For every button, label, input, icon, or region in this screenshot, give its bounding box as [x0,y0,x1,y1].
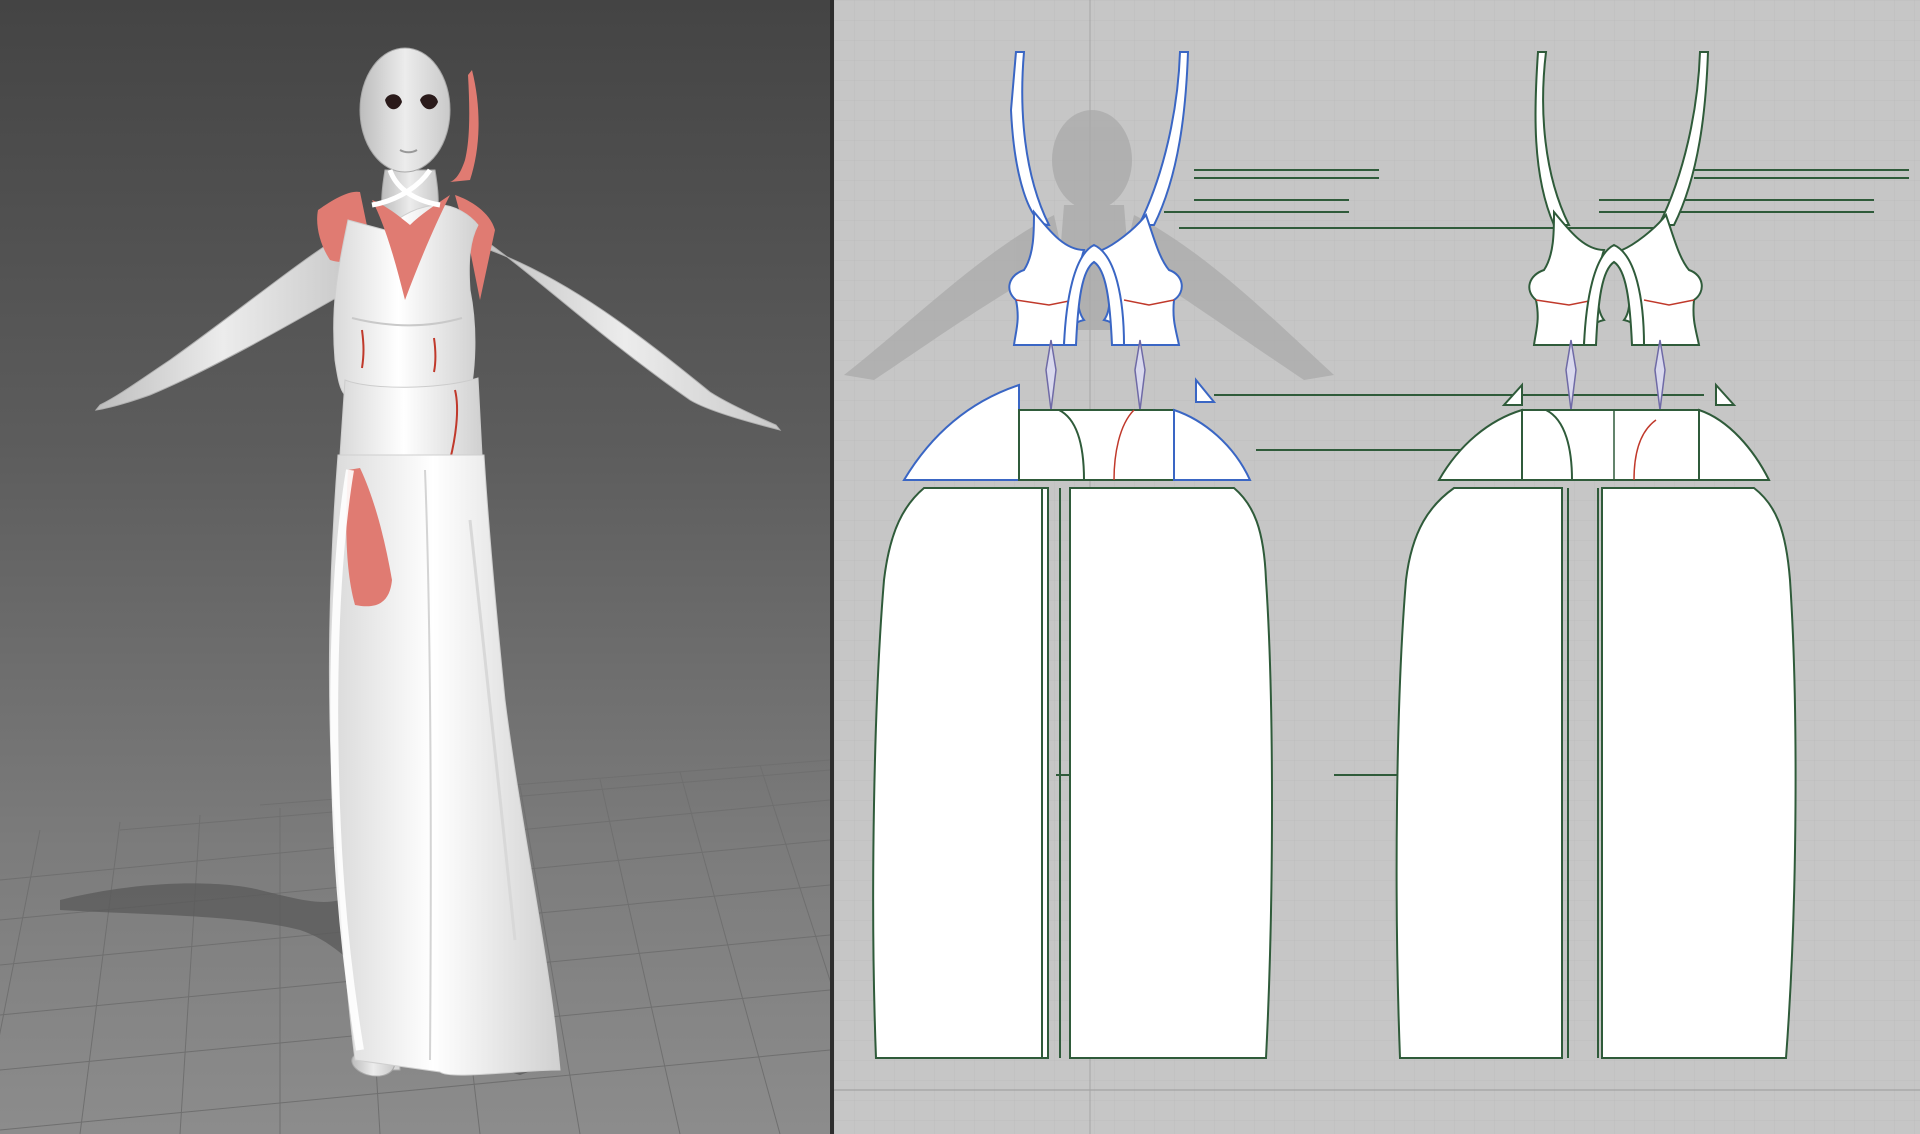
pattern-waistband-back[interactable] [1521,409,1700,481]
avatar-head [359,47,479,182]
garment-design-app [0,0,1920,1134]
pattern-canvas[interactable] [834,0,1920,1134]
viewport-3d[interactable] [0,0,830,1134]
pattern-skirt-left[interactable] [872,487,1043,1059]
pattern-waistband[interactable] [1018,409,1175,481]
scene-3d[interactable] [0,0,830,1134]
pattern-skirt-back-left[interactable] [1395,487,1563,1059]
pattern-skirt-back-right[interactable] [1601,487,1797,1059]
garment-3d[interactable] [317,168,561,1076]
pattern-skirt-right[interactable] [1069,487,1273,1059]
pattern-slit-strip[interactable] [1041,487,1049,1059]
viewport-2d[interactable] [834,0,1920,1134]
